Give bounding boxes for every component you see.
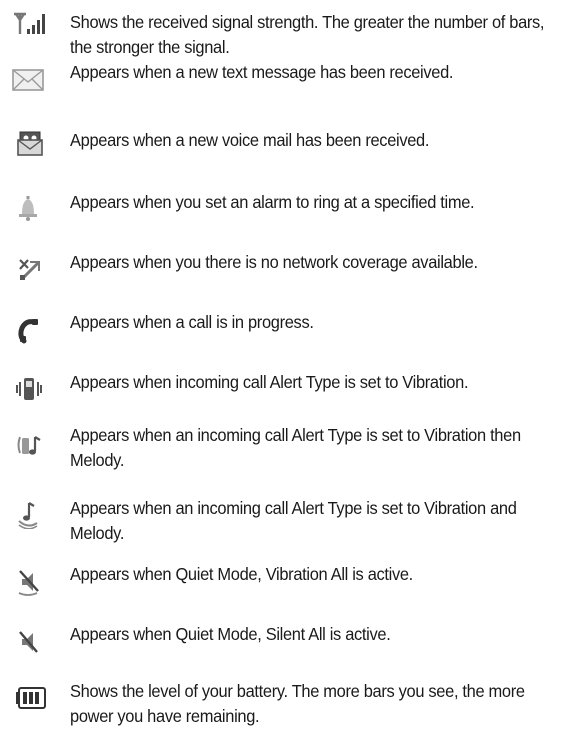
item-description: Appears when you there is no network cov… bbox=[70, 252, 478, 272]
signal-strength-icon bbox=[8, 8, 48, 38]
quiet-vibration-all-icon bbox=[8, 567, 48, 597]
vibration-then-melody-icon bbox=[8, 431, 48, 461]
item-description: Appears when a new text message has been… bbox=[70, 62, 454, 82]
text-message-icon bbox=[8, 65, 48, 95]
item-description: Appears when a call is in progress. bbox=[70, 312, 314, 332]
item-description: Appears when an incoming call Alert Type… bbox=[70, 425, 521, 470]
item-description: Appears when incoming call Alert Type is… bbox=[70, 372, 469, 392]
item-description: Appears when a new voice mail has been r… bbox=[70, 130, 430, 150]
quiet-silent-all-icon bbox=[8, 627, 48, 657]
item-description: Shows the received signal strength. The … bbox=[70, 12, 545, 57]
alarm-bell-icon bbox=[8, 193, 48, 223]
voice-mail-icon bbox=[8, 128, 48, 158]
item-description: Appears when Quiet Mode, Vibration All i… bbox=[70, 564, 413, 584]
item-description: Appears when you set an alarm to ring at… bbox=[70, 192, 475, 212]
call-in-progress-icon bbox=[8, 314, 48, 344]
item-description: Appears when Quiet Mode, Silent All is a… bbox=[70, 624, 391, 644]
item-description: Shows the level of your battery. The mor… bbox=[70, 681, 525, 726]
no-network-icon bbox=[8, 253, 48, 283]
vibration-icon bbox=[8, 374, 48, 404]
battery-level-icon bbox=[8, 683, 48, 713]
item-description: Appears when an incoming call Alert Type… bbox=[70, 498, 517, 543]
vibration-and-melody-icon bbox=[8, 499, 48, 529]
